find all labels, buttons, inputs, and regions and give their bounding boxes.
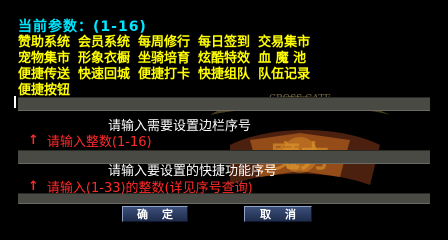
param-item: 便捷按钮 (18, 83, 71, 98)
params-row: 便捷按钮 (18, 83, 428, 99)
param-item: 血 魔 池 (258, 51, 307, 66)
param-item: 交易集市 (258, 35, 311, 50)
param-item: 每日签到 (198, 35, 251, 50)
param-item: 宠物集市 (18, 51, 71, 66)
param-item: 会员系统 (78, 35, 131, 50)
function-index-hint: ↑ 请输入(1-33)的整数(详见序号查询) (28, 177, 253, 196)
confirm-button[interactable]: 确定 (122, 206, 188, 222)
cancel-button[interactable]: 取消 (244, 206, 312, 222)
params-list: 赞助系统 会员系统 每周修行 每日签到 交易集市 宠物集市 形象衣橱 坐骑培育 … (18, 35, 428, 99)
param-item: 快速回城 (78, 67, 131, 82)
param-item: 形象衣橱 (78, 51, 131, 66)
sidebar-index-input[interactable] (18, 97, 430, 111)
param-item: 炫酷特效 (198, 51, 251, 66)
param-item: 每周修行 (138, 35, 191, 50)
sidebar-index-hint: ↑ 请输入整数(1-16) (28, 131, 152, 150)
sidebar-index-hint-text: 请输入整数(1-16) (46, 135, 152, 150)
params-row: 便捷传送 快速回城 便捷打卡 快捷组队 队伍记录 (18, 67, 428, 83)
params-row: 赞助系统 会员系统 每周修行 每日签到 交易集市 (18, 35, 428, 51)
text-cursor (14, 96, 16, 108)
params-title: 当前参数：(1-16) (18, 19, 147, 35)
params-row: 宠物集市 形象衣橱 坐骑培育 炫酷特效 血 魔 池 (18, 51, 428, 67)
param-item: 坐骑培育 (138, 51, 191, 66)
arrow-up-icon: ↑ (28, 133, 39, 148)
param-item: 队伍记录 (258, 67, 311, 82)
arrow-up-icon: ↑ (28, 179, 39, 194)
param-item: 快捷组队 (198, 67, 251, 82)
param-item: 便捷打卡 (138, 67, 191, 82)
function-index-hint-text: 请输入(1-33)的整数(详见序号查询) (46, 181, 253, 196)
param-item: 赞助系统 (18, 35, 71, 50)
shortcut-settings-dialog: CROSS GATE 魔力 当前参数：(1-16) 赞助系统 会员系统 每周修行… (0, 0, 448, 240)
param-item: 便捷传送 (18, 67, 71, 82)
